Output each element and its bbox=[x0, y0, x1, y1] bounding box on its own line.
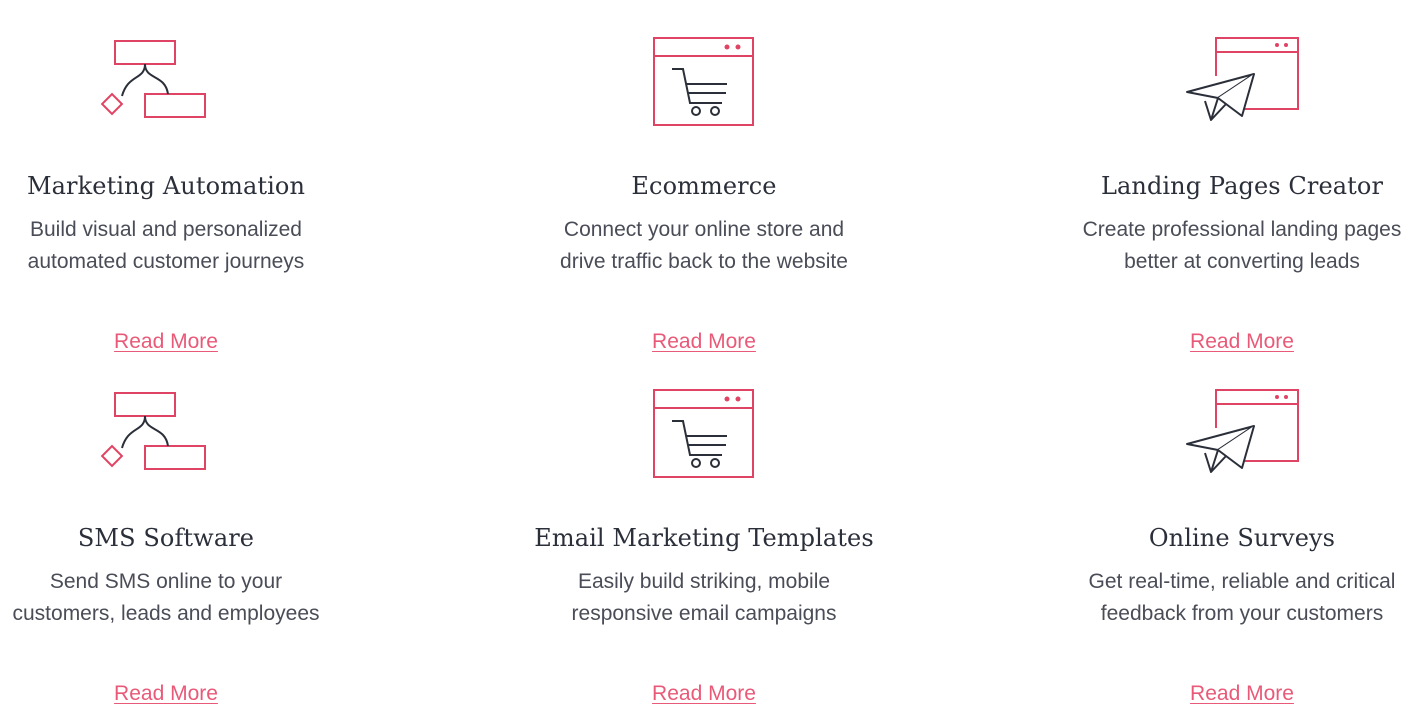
feature-description-line: customers, leads and employees bbox=[12, 602, 320, 625]
feature-description-line: better at converting leads bbox=[1124, 250, 1360, 273]
read-more-link[interactable]: Read More bbox=[524, 330, 884, 354]
paper-plane-browser-icon bbox=[1062, 389, 1422, 498]
workflow-icon bbox=[0, 392, 346, 498]
read-more-link[interactable]: Read More bbox=[524, 682, 884, 706]
feature-description-line: responsive email campaigns bbox=[571, 602, 837, 625]
read-more-link[interactable]: Read More bbox=[1062, 330, 1422, 354]
feature-title: Email Marketing Templates bbox=[534, 524, 874, 552]
feature-description: Send SMS online to your customers, leads… bbox=[0, 566, 346, 630]
read-more-link[interactable]: Read More bbox=[0, 330, 346, 354]
feature-description-line: Easily build striking, mobile bbox=[577, 570, 831, 593]
read-more-link[interactable]: Read More bbox=[0, 682, 346, 706]
shopping-cart-browser-icon bbox=[524, 37, 884, 146]
feature-title: SMS Software bbox=[77, 524, 255, 552]
feature-description-line: drive traffic back to the website bbox=[560, 250, 848, 273]
read-more-link[interactable]: Read More bbox=[1062, 682, 1422, 706]
feature-description-line: Build visual and personalized bbox=[29, 218, 302, 241]
feature-description-line: Send SMS online to your bbox=[49, 570, 283, 593]
feature-description-line: automated customer journeys bbox=[27, 250, 305, 273]
paper-plane-browser-icon bbox=[1062, 37, 1422, 146]
feature-description: Connect your online store and drive traf… bbox=[524, 214, 884, 278]
feature-description-line: feedback from your customers bbox=[1100, 602, 1384, 625]
feature-description: Build visual and personalized automated … bbox=[0, 214, 346, 278]
feature-title: Ecommerce bbox=[631, 172, 777, 200]
workflow-icon bbox=[0, 40, 346, 146]
feature-description-line: Create professional landing pages bbox=[1082, 218, 1402, 241]
features-grid: Marketing Automation Build visual and pe… bbox=[0, 0, 1428, 713]
feature-description-line: Connect your online store and bbox=[563, 218, 845, 241]
feature-description: Create professional landing pages better… bbox=[1062, 214, 1422, 278]
feature-title: Marketing Automation bbox=[26, 172, 306, 200]
feature-description: Get real-time, reliable and critical fee… bbox=[1062, 566, 1422, 630]
shopping-cart-browser-icon bbox=[524, 389, 884, 498]
feature-description: Easily build striking, mobile responsive… bbox=[524, 566, 884, 630]
feature-description-line: Get real-time, reliable and critical bbox=[1088, 570, 1396, 593]
feature-title: Landing Pages Creator bbox=[1100, 172, 1384, 200]
feature-title: Online Surveys bbox=[1148, 524, 1336, 552]
